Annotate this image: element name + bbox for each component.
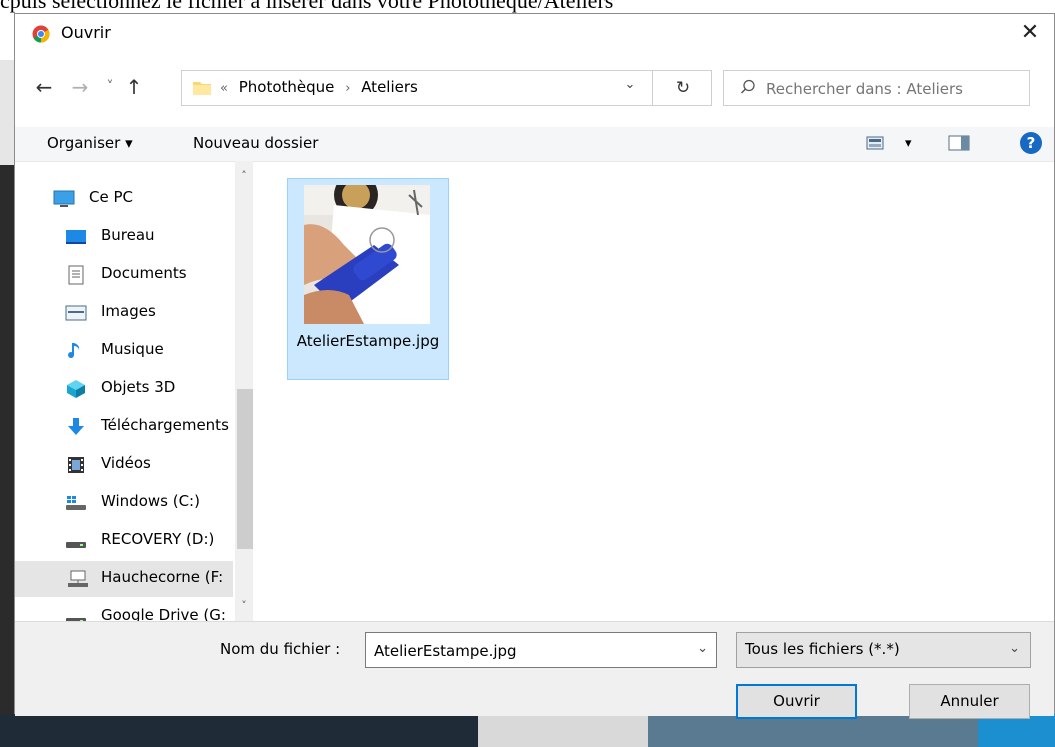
- breadcrumb-item-ateliers[interactable]: Ateliers: [361, 78, 418, 96]
- background-dark-strip: [0, 165, 14, 747]
- network-drive-icon: [68, 570, 88, 587]
- sidebar-item-objets-3d[interactable]: Objets 3D: [65, 371, 235, 407]
- navigation-pane: ˄ ˅ Ce PC Bureau Documents Images Musiqu…: [15, 161, 255, 621]
- close-icon: ✕: [1020, 20, 1040, 45]
- pc-icon: [53, 190, 75, 207]
- address-dropdown-button[interactable]: ⌄: [620, 77, 640, 92]
- sidebar-item-label: Hauchecorne (F:: [101, 568, 224, 586]
- back-button[interactable]: ←: [33, 75, 55, 99]
- sidebar-scrollbar-thumb[interactable]: [237, 389, 253, 549]
- sidebar-item-images[interactable]: Images: [65, 295, 235, 331]
- search-box: [723, 70, 1030, 106]
- organize-menu-button[interactable]: Organiser ▾: [47, 134, 133, 152]
- drive-icon: [66, 542, 86, 548]
- sidebar-item-google-drive-g[interactable]: Google Drive (G:: [65, 599, 235, 621]
- dialog-title: Ouvrir: [61, 23, 111, 42]
- videos-icon: [68, 457, 84, 473]
- filename-input[interactable]: [372, 638, 686, 664]
- sidebar-item-musique[interactable]: Musique: [65, 333, 235, 369]
- file-name: AtelierEstampe.jpg: [296, 332, 440, 350]
- title-bar[interactable]: Ouvrir ✕: [15, 14, 1054, 54]
- preview-pane-icon: [948, 135, 970, 151]
- filename-label: Nom du fichier :: [220, 640, 341, 658]
- sidebar-item-label: Documents: [101, 264, 187, 282]
- taskbar-segment[interactable]: [478, 714, 648, 747]
- dialog-footer: Nom du fichier : ⌄ Tous les fichiers (*.…: [15, 621, 1054, 719]
- chrome-icon: [32, 25, 50, 43]
- sidebar-item-label: RECOVERY (D:): [101, 530, 215, 548]
- breadcrumb-separator-icon[interactable]: ›: [345, 81, 350, 96]
- sidebar-item-label: Images: [101, 302, 156, 320]
- image-thumbnail: [304, 185, 430, 324]
- filetype-value: Tous les fichiers (*.*): [745, 640, 900, 658]
- breadcrumb-item-phototheque[interactable]: Photothèque: [239, 78, 335, 96]
- sidebar-item-label: Ce PC: [89, 188, 133, 206]
- sidebar-item-ce-pc[interactable]: Ce PC: [53, 181, 223, 217]
- refresh-icon: ↻: [675, 78, 691, 98]
- search-icon: [740, 79, 755, 94]
- sidebar-item-bureau[interactable]: Bureau: [65, 219, 235, 255]
- documents-icon: [68, 265, 84, 285]
- sidebar-item-documents[interactable]: Documents: [65, 257, 235, 293]
- view-icon: [866, 136, 884, 150]
- address-bar[interactable]: « Photothèque › Ateliers ⌄ ↻: [181, 70, 712, 106]
- sidebar-item-telechargements[interactable]: Téléchargements: [65, 409, 235, 445]
- folder-icon: [193, 82, 211, 95]
- music-icon: [68, 343, 80, 359]
- sidebar-item-recovery-d[interactable]: RECOVERY (D:): [65, 523, 235, 559]
- forward-arrow-icon: →: [71, 75, 89, 99]
- open-button[interactable]: Ouvrir: [736, 684, 857, 719]
- chevron-down-icon: ⌄: [1009, 641, 1020, 656]
- refresh-button[interactable]: ↻: [652, 71, 713, 105]
- chevron-down-icon[interactable]: ⌄: [697, 641, 708, 656]
- background-document-text: cpuis sélectionnez le fichier à insérer …: [0, 0, 614, 13]
- search-input[interactable]: [764, 75, 1028, 103]
- cancel-button[interactable]: Annuler: [909, 684, 1030, 719]
- windows-drive-icon: [66, 496, 86, 510]
- filename-combobox[interactable]: ⌄: [365, 632, 717, 668]
- sidebar-item-label: Musique: [101, 340, 164, 358]
- open-file-dialog: Ouvrir ✕ ← → ˅ ↑ « Photothèque › Atelier…: [14, 13, 1055, 719]
- download-icon: [68, 418, 84, 435]
- command-bar: Organiser ▾ Nouveau dossier ▾ ?: [15, 127, 1054, 162]
- sidebar-item-videos[interactable]: Vidéos: [65, 447, 235, 483]
- up-button[interactable]: ↑: [123, 75, 145, 99]
- sidebar-item-label: Objets 3D: [101, 378, 176, 396]
- back-arrow-icon: ←: [35, 75, 53, 99]
- help-icon[interactable]: ?: [1020, 132, 1042, 154]
- recent-locations-button[interactable]: ˅: [99, 75, 121, 99]
- sidebar-item-label: Google Drive (G:: [101, 606, 226, 621]
- sidebar-item-label: Bureau: [101, 226, 155, 244]
- up-arrow-icon: ↑: [125, 75, 143, 99]
- filetype-select[interactable]: Tous les fichiers (*.*) ⌄: [736, 632, 1031, 668]
- chevron-down-icon: ˅: [106, 79, 114, 95]
- sidebar-item-label: Windows (C:): [101, 492, 200, 510]
- breadcrumb: « Photothèque › Ateliers: [220, 78, 418, 96]
- sidebar-item-windows-c[interactable]: Windows (C:): [65, 485, 235, 521]
- sidebar-item-label: Téléchargements: [101, 416, 229, 434]
- sidebar-item-label: Vidéos: [101, 454, 151, 472]
- new-folder-button[interactable]: Nouveau dossier: [193, 134, 318, 152]
- file-list[interactable]: AtelierEstampe.jpg: [255, 161, 1054, 621]
- close-button[interactable]: ✕: [1012, 16, 1048, 50]
- view-options-dropdown[interactable]: ▾: [905, 136, 912, 151]
- breadcrumb-overflow-icon[interactable]: «: [220, 81, 228, 96]
- chevron-down-icon: ⌄: [624, 77, 636, 92]
- preview-pane-button[interactable]: [948, 135, 970, 155]
- images-icon: [65, 305, 87, 321]
- scroll-up-button[interactable]: ˄: [235, 169, 253, 182]
- scroll-down-button[interactable]: ˅: [235, 599, 253, 612]
- desktop-icon: [66, 230, 86, 244]
- navigation-row: ← → ˅ ↑ « Photothèque › Ateliers ⌄ ↻ Rec…: [15, 63, 1054, 113]
- file-item[interactable]: AtelierEstampe.jpg: [287, 178, 449, 380]
- drive-icon: [66, 618, 86, 621]
- background-window-edge: [0, 60, 14, 165]
- change-view-button[interactable]: [866, 135, 886, 155]
- objects-3d-icon: [67, 380, 85, 398]
- sidebar-item-hauchecorne-f[interactable]: Hauchecorne (F:: [15, 561, 233, 597]
- taskbar: [0, 714, 1055, 747]
- forward-button[interactable]: →: [69, 75, 91, 99]
